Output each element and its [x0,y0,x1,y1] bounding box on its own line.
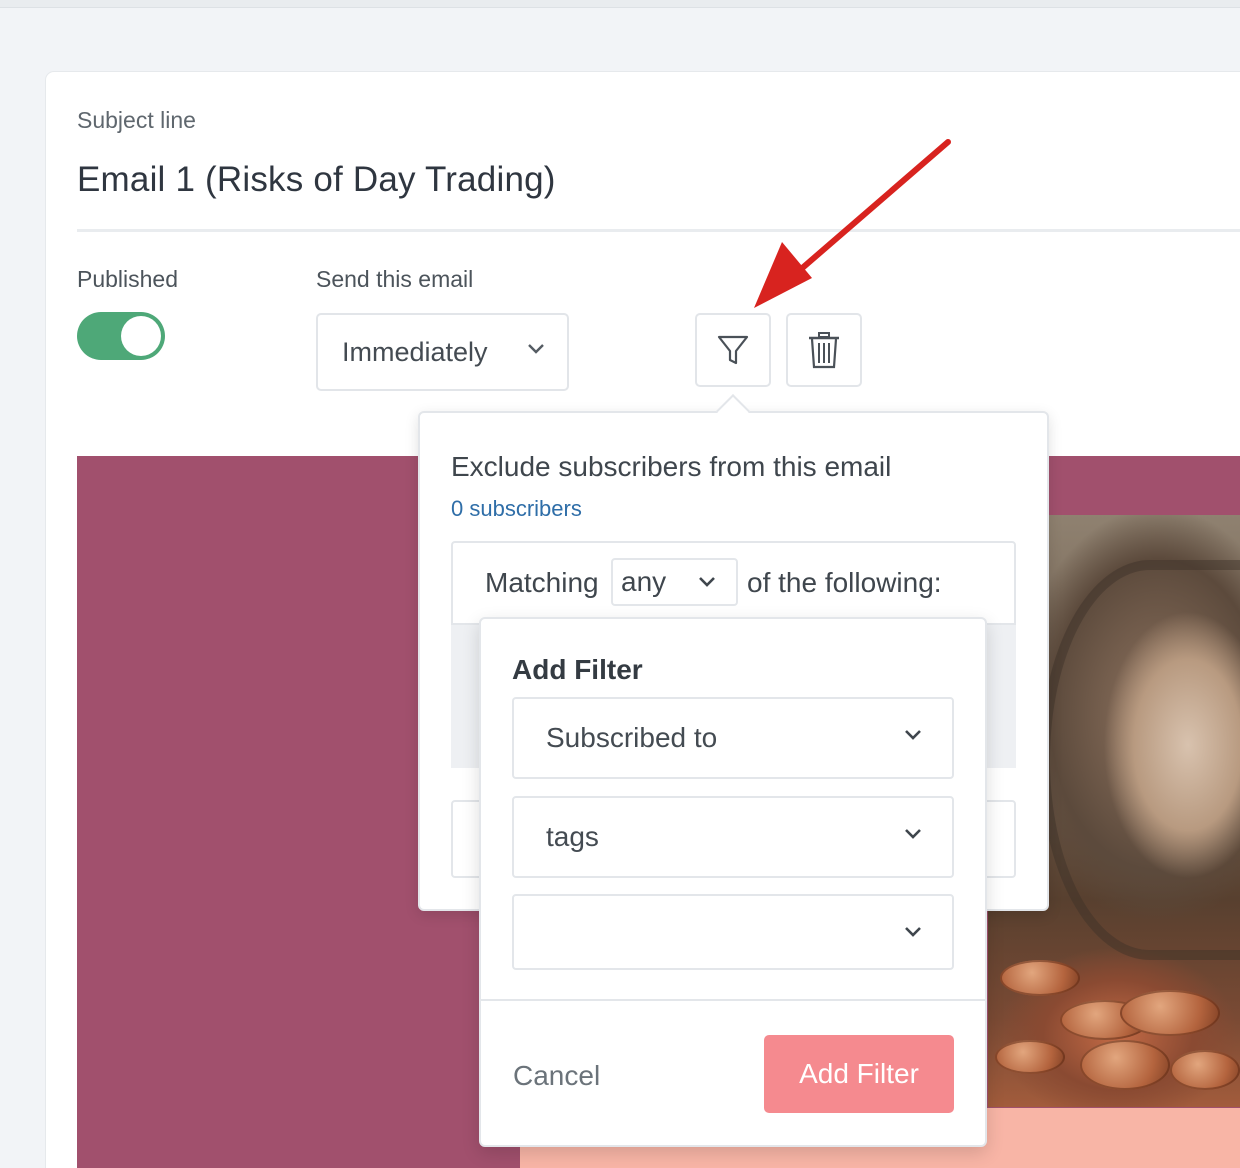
filter-button[interactable] [695,313,771,387]
chevron-down-icon [905,829,921,839]
published-label: Published [77,266,179,292]
divider [481,999,985,1001]
matching-label: Matching [485,567,599,598]
add-filter-button[interactable]: Add Filter [764,1035,954,1113]
cancel-button[interactable]: Cancel [513,1060,600,1092]
filter-field-select[interactable]: Subscribed to [512,697,954,779]
filter-value-select[interactable] [512,894,954,970]
matching-mode-value: any [621,566,667,597]
coin [995,1040,1065,1074]
subject-line-value[interactable]: Email 1 (Risks of Day Trading) [77,160,556,200]
divider [77,229,1240,232]
chevron-down-icon [905,730,921,740]
coin [1170,1050,1240,1090]
coin [1000,960,1080,996]
filter-icon [717,335,749,365]
filter-field-value: Subscribed to [546,722,718,753]
add-filter-title: Add Filter [512,654,643,685]
send-timing-value: Immediately [342,336,488,367]
subscriber-count: 0 subscribers [451,496,582,521]
coin [1080,1040,1170,1090]
matching-suffix: of the following: [747,567,942,598]
chevron-down-icon [905,927,921,937]
top-bar [0,0,1240,8]
coin [1120,990,1220,1036]
matching-mode-select[interactable]: any [611,558,738,606]
delete-button[interactable] [786,313,862,387]
filter-type-select[interactable]: tags [512,796,954,878]
popover-title: Exclude subscribers from this email [451,451,892,482]
published-toggle[interactable] [77,312,165,360]
subject-line-label: Subject line [77,107,196,133]
annotation-arrow-icon [754,139,951,308]
send-email-label: Send this email [316,266,474,292]
toggle-knob [121,316,161,356]
filter-type-value: tags [546,821,599,852]
chevron-down-icon [699,577,715,587]
chevron-down-icon [528,344,544,354]
trash-icon [809,332,839,369]
send-timing-select[interactable]: Immediately [316,313,569,391]
